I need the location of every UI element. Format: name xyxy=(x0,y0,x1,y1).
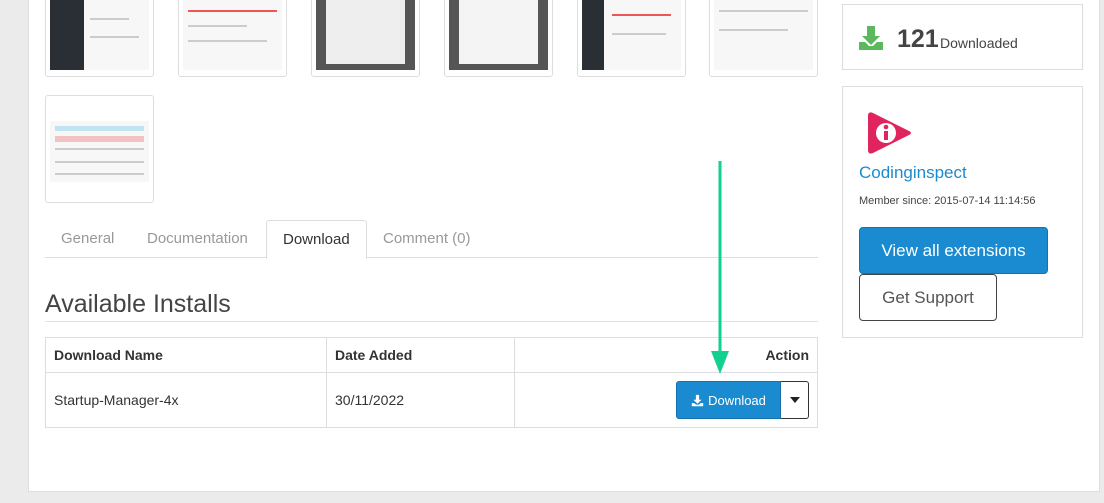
download-count-label: Downloaded xyxy=(940,35,1018,51)
download-count: 121 xyxy=(897,25,939,53)
screenshot-thumbnail-5[interactable] xyxy=(577,0,686,77)
tab-comment[interactable]: Comment (0) xyxy=(367,220,487,258)
screenshot-thumbnail-1[interactable] xyxy=(45,0,154,77)
table-header-row: Download Name Date Added Action xyxy=(45,337,818,373)
download-button-label: Download xyxy=(708,392,766,408)
extension-tabs: General Documentation Download Comment (… xyxy=(45,220,818,259)
screenshot-thumbnail-4[interactable] xyxy=(444,0,553,77)
download-button[interactable]: Download xyxy=(676,381,781,419)
view-all-extensions-button[interactable]: View all extensions xyxy=(859,227,1048,274)
download-button-group: Download xyxy=(676,381,809,419)
date-added-cell: 30/11/2022 xyxy=(326,372,515,428)
screenshot-thumbnail-7[interactable] xyxy=(45,95,154,203)
member-since: Member since: 2015-07-14 11:14:56 xyxy=(859,195,1036,207)
tab-general[interactable]: General xyxy=(45,220,130,258)
screenshot-thumbnail-3[interactable] xyxy=(311,0,420,77)
author-box: Codinginspect Member since: 2015-07-14 1… xyxy=(842,86,1083,338)
available-installs-title: Available Installs xyxy=(45,290,231,318)
screenshot-thumbnail-6[interactable] xyxy=(709,0,818,77)
author-logo[interactable] xyxy=(865,107,915,159)
header-download-name: Download Name xyxy=(45,337,327,373)
divider xyxy=(45,321,818,322)
download-stats-box: 121 Downloaded xyxy=(842,4,1083,70)
header-date-added: Date Added xyxy=(326,337,515,373)
tab-documentation[interactable]: Documentation xyxy=(131,220,264,258)
download-dropdown-toggle[interactable] xyxy=(781,381,809,419)
author-name-link[interactable]: Codinginspect xyxy=(859,163,967,183)
screenshot-thumbnail-2[interactable] xyxy=(178,0,287,77)
header-action: Action xyxy=(514,337,818,373)
caret-down-icon xyxy=(789,397,800,403)
download-name-cell: Startup-Manager-4x xyxy=(45,372,327,428)
download-icon xyxy=(691,394,704,406)
get-support-button[interactable]: Get Support xyxy=(859,274,997,321)
tab-download[interactable]: Download xyxy=(266,220,367,259)
download-icon xyxy=(859,26,883,50)
annotation-arrow-icon xyxy=(711,161,729,374)
